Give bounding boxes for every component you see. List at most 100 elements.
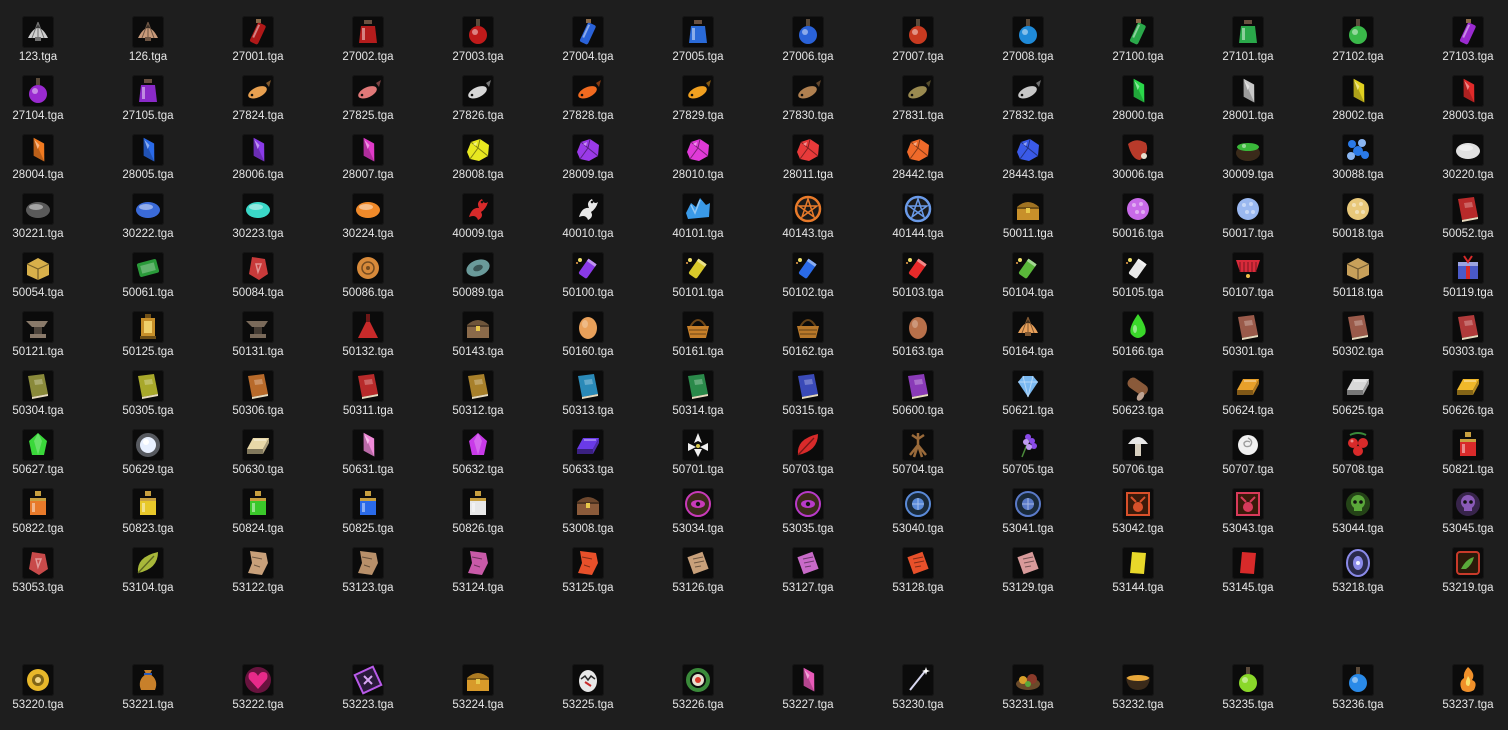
file-item[interactable]: 53235.tga bbox=[1192, 664, 1302, 723]
file-item[interactable]: 28006.tga bbox=[202, 134, 312, 193]
file-item[interactable]: 53122.tga bbox=[202, 547, 312, 606]
file-item[interactable]: 50630.tga bbox=[202, 429, 312, 488]
file-item[interactable]: 50311.tga bbox=[312, 370, 422, 429]
file-item[interactable]: 50118.tga bbox=[1302, 252, 1412, 311]
file-item[interactable]: 40143.tga bbox=[752, 193, 862, 252]
file-item[interactable]: 27830.tga bbox=[752, 75, 862, 134]
file-item[interactable]: 50017.tga bbox=[1192, 193, 1302, 252]
file-item[interactable]: 30006.tga bbox=[1082, 134, 1192, 193]
file-item[interactable]: 53044.tga bbox=[1302, 488, 1412, 547]
file-item[interactable]: 27104.tga bbox=[0, 75, 92, 134]
file-item[interactable]: 27101.tga bbox=[1192, 16, 1302, 75]
file-item[interactable]: 50703.tga bbox=[752, 429, 862, 488]
file-item[interactable]: 27008.tga bbox=[972, 16, 1082, 75]
file-item[interactable]: 53104.tga bbox=[92, 547, 202, 606]
file-item[interactable]: 50704.tga bbox=[862, 429, 972, 488]
file-item[interactable]: 50302.tga bbox=[1302, 311, 1412, 370]
file-item[interactable]: 50305.tga bbox=[92, 370, 202, 429]
file-item[interactable]: 50121.tga bbox=[0, 311, 92, 370]
file-item[interactable]: 53231.tga bbox=[972, 664, 1082, 723]
file-item[interactable]: 28004.tga bbox=[0, 134, 92, 193]
file-item[interactable]: 27829.tga bbox=[642, 75, 752, 134]
file-item[interactable]: 28442.tga bbox=[862, 134, 972, 193]
file-item[interactable]: 50823.tga bbox=[92, 488, 202, 547]
file-item[interactable]: 30224.tga bbox=[312, 193, 422, 252]
file-item[interactable]: 30223.tga bbox=[202, 193, 312, 252]
file-item[interactable]: 50162.tga bbox=[752, 311, 862, 370]
file-item[interactable]: 50707.tga bbox=[1192, 429, 1302, 488]
file-item[interactable]: 50119.tga bbox=[1412, 252, 1508, 311]
file-item[interactable]: 53218.tga bbox=[1302, 547, 1412, 606]
file-item[interactable]: 53041.tga bbox=[972, 488, 1082, 547]
file-item[interactable]: 27105.tga bbox=[92, 75, 202, 134]
file-item[interactable]: 53221.tga bbox=[92, 664, 202, 723]
file-item[interactable]: 53053.tga bbox=[0, 547, 92, 606]
file-item[interactable]: 50623.tga bbox=[1082, 370, 1192, 429]
file-item[interactable]: 53126.tga bbox=[642, 547, 752, 606]
file-item[interactable]: 50314.tga bbox=[642, 370, 752, 429]
file-item[interactable]: 50131.tga bbox=[202, 311, 312, 370]
file-item[interactable]: 53232.tga bbox=[1082, 664, 1192, 723]
file-item[interactable]: 28000.tga bbox=[1082, 75, 1192, 134]
file-item[interactable]: 50125.tga bbox=[92, 311, 202, 370]
file-item[interactable]: 53034.tga bbox=[642, 488, 752, 547]
file-item[interactable]: 50100.tga bbox=[532, 252, 642, 311]
file-item[interactable]: 50061.tga bbox=[92, 252, 202, 311]
file-item[interactable]: 50315.tga bbox=[752, 370, 862, 429]
file-item[interactable]: 53223.tga bbox=[312, 664, 422, 723]
file-item[interactable]: 40101.tga bbox=[642, 193, 752, 252]
file-item[interactable]: 50708.tga bbox=[1302, 429, 1412, 488]
file-item[interactable]: 50163.tga bbox=[862, 311, 972, 370]
file-item[interactable]: 30009.tga bbox=[1192, 134, 1302, 193]
file-item[interactable]: 50304.tga bbox=[0, 370, 92, 429]
file-item[interactable]: 28443.tga bbox=[972, 134, 1082, 193]
file-item[interactable]: 28008.tga bbox=[422, 134, 532, 193]
file-item[interactable]: 27100.tga bbox=[1082, 16, 1192, 75]
file-item[interactable]: 40010.tga bbox=[532, 193, 642, 252]
file-item[interactable]: 50104.tga bbox=[972, 252, 1082, 311]
file-item[interactable]: 126.tga bbox=[92, 16, 202, 75]
file-item[interactable]: 123.tga bbox=[0, 16, 92, 75]
file-item[interactable]: 53222.tga bbox=[202, 664, 312, 723]
file-item[interactable]: 50313.tga bbox=[532, 370, 642, 429]
file-item[interactable]: 50143.tga bbox=[422, 311, 532, 370]
file-item[interactable]: 50826.tga bbox=[422, 488, 532, 547]
file-item[interactable]: 27828.tga bbox=[532, 75, 642, 134]
file-item[interactable]: 40009.tga bbox=[422, 193, 532, 252]
file-item[interactable]: 40144.tga bbox=[862, 193, 972, 252]
file-item[interactable]: 50822.tga bbox=[0, 488, 92, 547]
file-item[interactable]: 28005.tga bbox=[92, 134, 202, 193]
file-item[interactable]: 53145.tga bbox=[1192, 547, 1302, 606]
file-item[interactable]: 28010.tga bbox=[642, 134, 752, 193]
file-item[interactable]: 50627.tga bbox=[0, 429, 92, 488]
file-item[interactable]: 50701.tga bbox=[642, 429, 752, 488]
file-item[interactable]: 53226.tga bbox=[642, 664, 752, 723]
file-item[interactable]: 27005.tga bbox=[642, 16, 752, 75]
file-item[interactable]: 27001.tga bbox=[202, 16, 312, 75]
file-item[interactable]: 50306.tga bbox=[202, 370, 312, 429]
file-item[interactable]: 27826.tga bbox=[422, 75, 532, 134]
file-item[interactable]: 27103.tga bbox=[1412, 16, 1508, 75]
file-item[interactable]: 27004.tga bbox=[532, 16, 642, 75]
file-item[interactable]: 50161.tga bbox=[642, 311, 752, 370]
file-item[interactable]: 50089.tga bbox=[422, 252, 532, 311]
file-item[interactable]: 53127.tga bbox=[752, 547, 862, 606]
file-item[interactable]: 50629.tga bbox=[92, 429, 202, 488]
file-item[interactable]: 27831.tga bbox=[862, 75, 972, 134]
file-item[interactable]: 28003.tga bbox=[1412, 75, 1508, 134]
file-item[interactable]: 53129.tga bbox=[972, 547, 1082, 606]
file-item[interactable]: 53224.tga bbox=[422, 664, 532, 723]
file-item[interactable]: 50631.tga bbox=[312, 429, 422, 488]
file-item[interactable]: 50016.tga bbox=[1082, 193, 1192, 252]
file-item[interactable]: 50825.tga bbox=[312, 488, 422, 547]
file-item[interactable]: 27002.tga bbox=[312, 16, 422, 75]
file-item[interactable]: 53125.tga bbox=[532, 547, 642, 606]
file-item[interactable]: 50303.tga bbox=[1412, 311, 1508, 370]
file-item[interactable]: 50107.tga bbox=[1192, 252, 1302, 311]
file-item[interactable]: 27006.tga bbox=[752, 16, 862, 75]
file-item[interactable]: 53237.tga bbox=[1412, 664, 1508, 723]
file-item[interactable]: 28002.tga bbox=[1302, 75, 1412, 134]
file-item[interactable]: 53144.tga bbox=[1082, 547, 1192, 606]
file-item[interactable]: 50011.tga bbox=[972, 193, 1082, 252]
file-item[interactable]: 53008.tga bbox=[532, 488, 642, 547]
